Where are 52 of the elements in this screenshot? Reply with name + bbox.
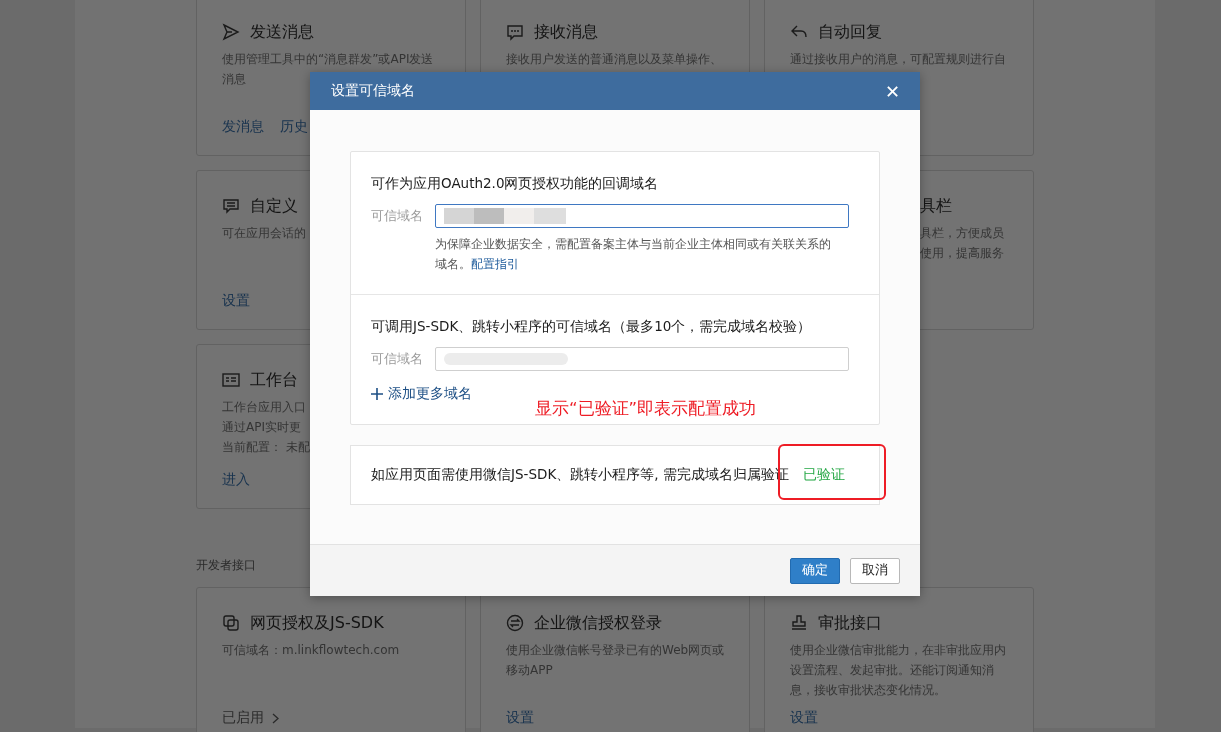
field-label: 可信域名 <box>371 350 424 368</box>
close-button[interactable]: ✕ <box>882 80 902 102</box>
card-description: 接收用户发送的普通消息以及菜单操作、 <box>506 51 722 68</box>
annotation-text: 显示“已验证”即表示配置成功 <box>535 398 757 420</box>
input-field[interactable] <box>435 204 849 228</box>
card-title: 工作台 <box>250 369 298 391</box>
card-description: 通过API实时更 <box>222 419 301 436</box>
copy-icon <box>222 614 240 632</box>
add-domain-button[interactable]: 添加更多域名 <box>371 385 472 403</box>
section-heading: 可调用JS-SDK、跳转小程序的可信域名（最多10个，需完成域名校验） <box>371 317 813 335</box>
card-link[interactable]: 设置 <box>506 709 534 727</box>
card-description: 息，接收审批状态变化情况。 <box>790 682 946 699</box>
card-title: 审批接口 <box>818 612 882 634</box>
card-title: 网页授权及JS-SDK <box>250 612 384 634</box>
menu-bubble-icon <box>222 197 240 215</box>
section-label: 开发者接口 <box>196 557 256 573</box>
card-link[interactable]: 进入 <box>222 471 250 489</box>
chat-bubble-icon <box>506 23 524 41</box>
card-description: 使用，提高服务 <box>920 245 1004 262</box>
verification-status: 已验证 <box>802 466 845 484</box>
plus-icon <box>371 388 383 400</box>
guide-link[interactable]: 配置指引 <box>471 257 519 271</box>
stamp-icon <box>790 614 808 632</box>
card-title: 自定义 <box>250 195 298 217</box>
field-label: 可信域名 <box>371 207 424 225</box>
panel-icon <box>222 371 240 389</box>
cancel-button[interactable]: 取消 <box>850 557 900 584</box>
card-title: 企业微信授权登录 <box>534 612 662 634</box>
card-description: 可在应用会话的 <box>222 225 306 242</box>
card-description: 可信域名：m.linkflowtech.com <box>222 642 400 659</box>
card-link[interactable]: 设置 <box>790 709 818 727</box>
section-heading: 可作为应用OAuth2.0网页授权功能的回调域名 <box>371 174 660 192</box>
card-title: 具栏 <box>920 195 952 217</box>
card-description: 移动APP <box>506 662 553 679</box>
card-link[interactable]: 已启用 <box>222 709 264 727</box>
card-title: 发送消息 <box>250 21 314 43</box>
card-description: 使用企业微信审批能力，在非审批应用内 <box>790 642 1006 659</box>
card-description: 消息 <box>222 71 246 88</box>
card-link[interactable]: 历史 <box>280 118 308 136</box>
swap-circle-icon <box>506 614 524 632</box>
card-title: 自动回复 <box>818 21 882 43</box>
card-description: 工作台应用入口 <box>222 399 306 416</box>
help-text: 为保障企业数据安全，需配置备案主体与当前企业主体相同或有关联关系的域名。配置指引 <box>435 236 832 273</box>
chevron-right-icon[interactable] <box>272 712 279 724</box>
card-link[interactable]: 发消息 <box>222 118 264 136</box>
dialog-title: 设置可信域名 <box>331 82 415 100</box>
card-description: 使用企业微信帐号登录已有的Web网页或 <box>506 642 725 659</box>
card-title: 接收消息 <box>534 21 598 43</box>
send-icon <box>222 23 240 41</box>
card-description: 使用管理工具中的“消息群发”或API发送 <box>222 51 434 68</box>
card-link[interactable]: 设置 <box>222 292 250 310</box>
confirm-button[interactable]: 确定 <box>790 557 840 584</box>
